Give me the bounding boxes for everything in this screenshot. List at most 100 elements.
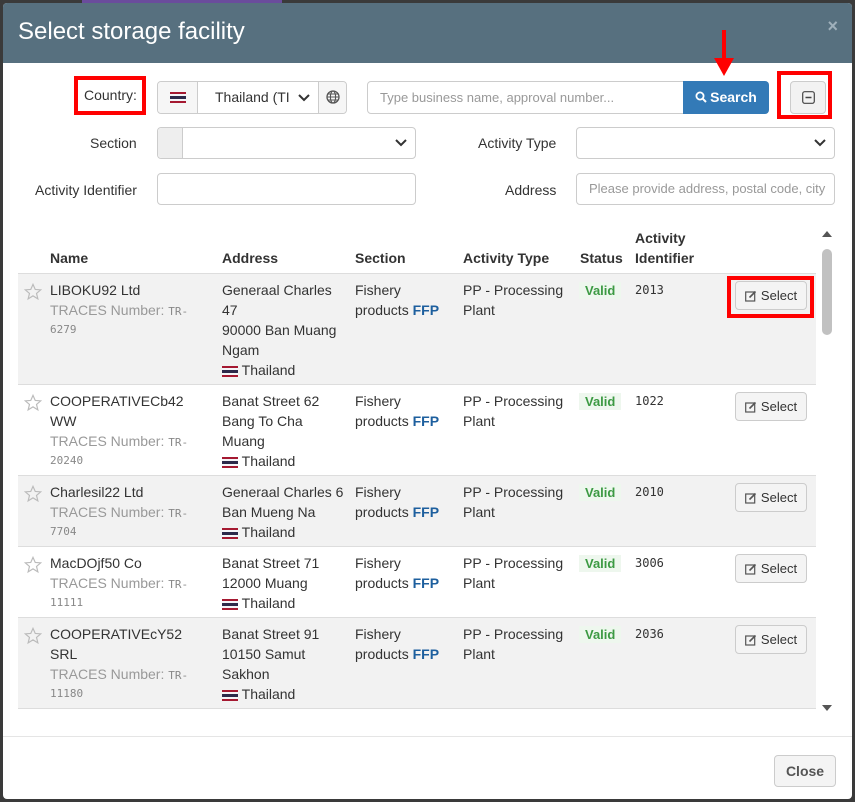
facility-name-line-2: WW [50, 413, 77, 429]
header-activity-type: Activity Type [463, 250, 550, 266]
address-line-2: 12000 Muang [222, 575, 308, 591]
address-line-2: Bang To Cha [222, 413, 303, 429]
section-line-1: Fishery [355, 393, 401, 409]
thailand-flag-icon [222, 527, 238, 539]
section-addon [158, 128, 183, 158]
table-row: MacDOjf50 Co TRACES Number: TR- 11111 Ba… [18, 546, 816, 617]
activity-identifier: 2010 [635, 485, 664, 499]
select-button[interactable]: Select [735, 625, 807, 654]
section-line-1: Fishery [355, 484, 401, 500]
thailand-flag-icon [222, 365, 238, 377]
traces-prefix: TR- [168, 507, 189, 520]
select-button[interactable]: Select [735, 554, 807, 583]
table-row: COOPERATIVECb42 WW TRACES Number: TR- 20… [18, 384, 816, 475]
status-badge: Valid [579, 393, 622, 410]
traces-label: TRACES Number: [50, 575, 165, 591]
facility-table: Name Address Section Activity Type Statu… [18, 223, 818, 713]
activity-type-line-1: PP - Processing [463, 555, 564, 571]
traces-label: TRACES Number: [50, 504, 165, 520]
chevron-down-icon [395, 139, 407, 147]
activity-identifier: 3006 [635, 556, 664, 570]
scroll-down-icon[interactable] [821, 703, 833, 713]
select-storage-facility-dialog: Select storage facility × Country: Thail… [3, 3, 852, 799]
close-button[interactable]: Close [774, 755, 836, 787]
address-country: Thailand [241, 362, 296, 378]
address-line-2: Ban Mueng Na [222, 504, 316, 520]
address-line-1: Banat Street 71 [222, 555, 320, 571]
table-scrollbar[interactable] [819, 229, 833, 717]
search-button[interactable]: Search [683, 81, 769, 114]
section-line-2: products [355, 646, 409, 662]
select-button-label: Select [760, 288, 798, 303]
header-name: Name [50, 250, 89, 266]
activity-type-line-1: PP - Processing [463, 626, 564, 642]
modal-footer: Close [3, 736, 852, 799]
activity-type-line-1: PP - Processing [463, 393, 564, 409]
address-line-4: Ngam [222, 342, 260, 358]
globe-addon[interactable] [318, 82, 346, 113]
address-line-2: 10150 Samut [222, 646, 306, 662]
select-button[interactable]: Select [735, 483, 807, 512]
star-icon[interactable] [24, 394, 42, 412]
facility-name-line-1: COOPERATIVECb42 [50, 393, 184, 409]
activity-type-line-1: PP - Processing [463, 282, 564, 298]
select-button-label: Select [760, 632, 798, 647]
chevron-down-icon [814, 139, 826, 147]
red-arrow-annotation [714, 30, 734, 76]
select-button[interactable]: Select [735, 392, 807, 421]
activity-identifier-input[interactable] [157, 173, 416, 205]
traces-number: 6279 [50, 323, 77, 336]
edit-icon [745, 563, 756, 575]
country-label: Country: [84, 87, 137, 103]
section-code: FFP [412, 504, 440, 520]
activity-type-select[interactable] [576, 127, 835, 159]
select-button[interactable]: Select [735, 281, 807, 310]
address-line-2: 47 [222, 302, 238, 318]
country-select-value: Thailand (TI [215, 89, 290, 105]
section-select[interactable] [157, 127, 416, 159]
address-input[interactable]: Please provide address, postal code, cit… [576, 173, 835, 205]
select-button-label: Select [760, 561, 798, 576]
status-badge: Valid [579, 282, 622, 299]
table-row-partial [18, 708, 816, 713]
scrollbar-thumb[interactable] [822, 249, 832, 335]
star-icon[interactable] [24, 556, 42, 574]
status-badge: Valid [579, 626, 622, 643]
thailand-flag-icon [222, 598, 238, 610]
country-flag-addon [158, 82, 198, 113]
star-icon[interactable] [24, 485, 42, 503]
select-button-label: Select [760, 399, 798, 414]
star-icon[interactable] [24, 627, 42, 645]
header-status: Status [580, 250, 623, 266]
activity-identifier: 2036 [635, 627, 664, 641]
edit-icon [745, 290, 756, 302]
address-line-3: Muang [222, 433, 265, 449]
scroll-up-icon[interactable] [821, 229, 833, 239]
status-badge: Valid [579, 555, 622, 572]
close-icon[interactable]: × [827, 16, 838, 37]
section-code: FFP [412, 302, 440, 318]
country-select[interactable]: Thailand (TI [157, 81, 347, 114]
activity-identifier: 2013 [635, 283, 664, 297]
traces-number: 11180 [50, 687, 84, 700]
traces-label: TRACES Number: [50, 666, 165, 682]
address-country: Thailand [241, 524, 296, 540]
section-label: Section [90, 135, 137, 151]
address-line-1: Banat Street 62 [222, 393, 320, 409]
collapse-filters-button[interactable] [790, 81, 826, 114]
address-line-3: Sakhon [222, 666, 270, 682]
address-line-1: Banat Street 91 [222, 626, 320, 642]
address-line-3: 90000 Ban Muang [222, 322, 337, 338]
search-icon [695, 91, 707, 103]
section-code: FFP [412, 646, 440, 662]
star-icon[interactable] [24, 283, 42, 301]
edit-icon [745, 401, 756, 413]
header-activity-identifier-line2: Identifier [635, 250, 695, 266]
address-line-1: Generaal Charles [222, 282, 332, 298]
activity-identifier-label: Activity Identifier [35, 182, 137, 198]
minus-square-icon [802, 91, 815, 104]
traces-prefix: TR- [168, 436, 189, 449]
thailand-flag-icon [222, 456, 238, 468]
business-search-input[interactable]: Type business name, approval number... [367, 81, 685, 114]
section-line-2: products [355, 413, 409, 429]
